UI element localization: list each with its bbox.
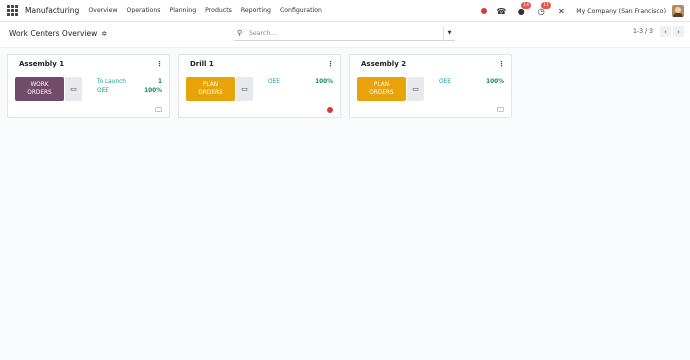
systray: ☎ ● 14 ◷ 11 ✕ My Company (San Francisco) [481, 0, 684, 22]
breadcrumb: Work Centers Overview ✲ [9, 29, 107, 38]
workcenter-name: Assembly 1 [19, 60, 65, 68]
top-navbar: Manufacturing Overview Operations Planni… [0, 0, 690, 22]
kebab-menu-icon[interactable]: ⋮ [498, 60, 505, 68]
menu-item-operations[interactable]: Operations [126, 7, 160, 14]
record-icon[interactable] [481, 8, 488, 14]
phone-icon[interactable]: ☎ [496, 6, 506, 16]
activity-badge: 11 [541, 2, 552, 9]
work-orders-button[interactable]: WORK ORDERS [15, 77, 64, 101]
menu-item-planning[interactable]: Planning [169, 7, 196, 14]
search-options-toggle[interactable]: ▼ [443, 25, 455, 41]
stat-value-oee: 100% [315, 79, 333, 85]
menu-item-configuration[interactable]: Configuration [280, 7, 322, 14]
monitor-icon[interactable]: ▭ [236, 77, 253, 101]
workcenter-name: Drill 1 [190, 60, 214, 68]
plan-orders-button[interactable]: PLAN ORDERS [357, 77, 406, 101]
search-bar: ⚲ Search... ▼ [234, 25, 455, 41]
stat-value-oee: 100% [144, 88, 162, 94]
user-avatar[interactable] [672, 5, 684, 17]
control-panel: Work Centers Overview ✲ ⚲ Search... ▼ 1-… [0, 22, 690, 48]
pager-value[interactable]: 1-3 / 3 [633, 28, 653, 35]
menu-item-products[interactable]: Products [205, 7, 232, 14]
activity-icon[interactable]: ◷ 11 [536, 2, 552, 16]
page-title: Work Centers Overview [9, 29, 98, 38]
status-indicator[interactable] [497, 107, 504, 112]
tools-icon[interactable]: ✕ [556, 6, 566, 16]
monitor-icon[interactable]: ▭ [407, 77, 424, 101]
stat-label-oee[interactable]: OEE [97, 88, 109, 94]
pager-next-button[interactable]: › [673, 26, 684, 37]
menu-item-overview[interactable]: Overview [88, 7, 117, 14]
workcenter-card: Drill 1 ⋮ PLAN ORDERS ▭ OEE 100% [178, 54, 341, 118]
workcenter-name: Assembly 2 [361, 60, 407, 68]
gear-icon[interactable]: ✲ [101, 30, 107, 38]
stat-label-oee[interactable]: OEE [268, 79, 280, 85]
menu-item-reporting[interactable]: Reporting [241, 7, 271, 14]
pager-previous-button[interactable]: ‹ [660, 26, 671, 37]
stat-value-oee: 100% [486, 79, 504, 85]
search-icon: ⚲ [237, 29, 243, 37]
app-brand[interactable]: Manufacturing [25, 6, 79, 15]
workcenter-card: Assembly 1 ⋮ WORK ORDERS ▭ To Launch 1 O… [7, 54, 170, 118]
kebab-menu-icon[interactable]: ⋮ [156, 60, 163, 68]
stat-label-to-launch[interactable]: To Launch [97, 79, 126, 85]
stat-label-oee[interactable]: OEE [439, 79, 451, 85]
workcenter-card: Assembly 2 ⋮ PLAN ORDERS ▭ OEE 100% [349, 54, 512, 118]
main-menu: Overview Operations Planning Products Re… [88, 7, 331, 14]
search-input[interactable]: Search... [249, 30, 443, 37]
company-switcher[interactable]: My Company (San Francisco) [576, 8, 666, 15]
status-indicator[interactable] [155, 107, 162, 112]
kebab-menu-icon[interactable]: ⋮ [327, 60, 334, 68]
monitor-icon[interactable]: ▭ [65, 77, 82, 101]
app-switcher-icon[interactable] [7, 4, 19, 17]
stat-value-to-launch: 1 [157, 79, 162, 85]
status-indicator[interactable] [327, 107, 333, 113]
plan-orders-button[interactable]: PLAN ORDERS [186, 77, 235, 101]
messages-icon[interactable]: ● 14 [516, 2, 532, 16]
pager: 1-3 / 3 ‹ › [633, 26, 684, 37]
messages-badge: 14 [521, 2, 532, 9]
